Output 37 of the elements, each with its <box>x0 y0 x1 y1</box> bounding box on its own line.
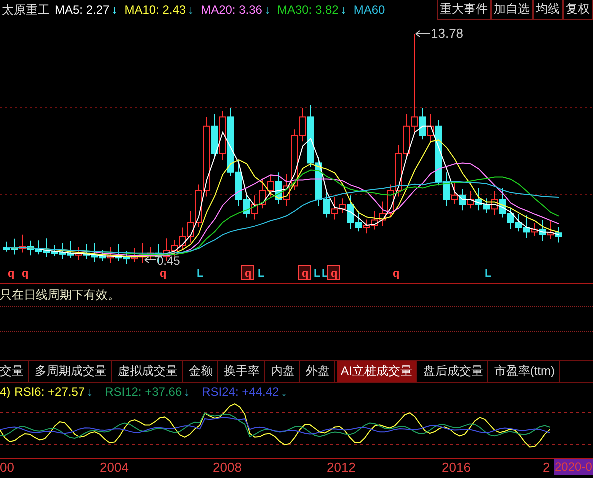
stock-name: 太原重工 <box>2 2 50 18</box>
boxed-signal-marker: q <box>298 266 312 280</box>
moving-average-value: MA60 <box>354 3 386 17</box>
moving-average-value: MA10: 2.43 ↓ <box>124 3 194 17</box>
moving-average-value: MA5: 2.27 ↓ <box>55 3 118 17</box>
signal-marker: L <box>314 268 321 280</box>
toolbar-button[interactable]: 加自选 <box>491 0 533 20</box>
boxed-signal-marker: q <box>328 266 340 280</box>
indicator-tab[interactable]: 交量 <box>0 361 29 382</box>
rsi-value: RSI6: +27.57 ↓ <box>14 384 94 398</box>
moving-average-value: MA30: 3.82 ↓ <box>277 3 347 17</box>
year-label: 2008 <box>213 460 242 475</box>
signal-marker: q <box>22 268 29 280</box>
indicator-tab[interactable]: AI立桩成交量 <box>337 361 418 382</box>
year-label: 00 <box>0 460 14 475</box>
low-price-label: 0.45 <box>144 254 180 268</box>
signal-marker: q <box>393 268 400 280</box>
rsi-value: RSI24: +44.42 ↓ <box>202 384 288 398</box>
rsi-value: RSI12: +37.66 ↓ <box>105 384 190 398</box>
signal-marker: L <box>485 268 492 280</box>
toolbar-button[interactable]: 复权 <box>563 0 593 20</box>
toolbar-button[interactable]: 均线 <box>533 0 563 20</box>
year-label: 2 <box>543 460 550 475</box>
signal-marker: q <box>160 268 167 280</box>
year-label: 2012 <box>327 460 356 475</box>
toolbar-button[interactable]: 重大事件 <box>437 0 491 20</box>
indicator-parameter: 4) <box>0 384 11 398</box>
notice-text: 只在日线周期下有效。 <box>0 287 121 304</box>
year-label: 2016 <box>442 460 471 475</box>
high-price-label: 13.78 <box>416 26 464 41</box>
boxed-signal-marker: q <box>242 266 254 280</box>
signal-marker: L <box>258 268 265 280</box>
year-label: 2004 <box>100 460 129 475</box>
current-date-label: 2020-0 <box>554 459 593 475</box>
signal-marker: L <box>197 268 204 280</box>
signal-marker: q <box>8 268 15 280</box>
moving-average-value: MA20: 3.36 ↓ <box>201 3 270 17</box>
